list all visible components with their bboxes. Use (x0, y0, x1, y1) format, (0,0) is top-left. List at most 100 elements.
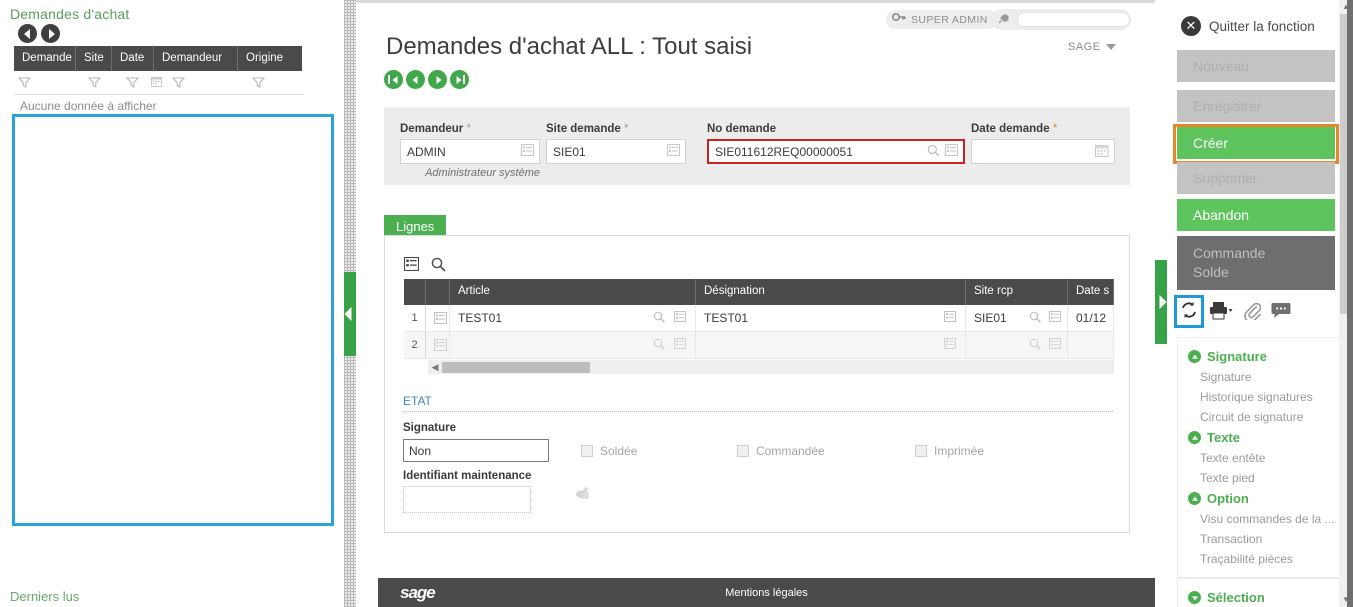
no-demande-input[interactable]: SIE011612REQ00000051 (707, 139, 965, 164)
menu-item-tracabilite-pieces[interactable]: Traçabilité pièces (1178, 549, 1342, 569)
menu-item-circuit-de-signature[interactable]: Circuit de signature (1178, 407, 1342, 427)
derniers-lus-link[interactable]: Derniers lus (10, 589, 79, 604)
scrollbar-thumb[interactable] (442, 361, 590, 373)
chevron-up-circle-icon[interactable] (1188, 431, 1201, 444)
lignes-col-date[interactable]: Date s (1068, 279, 1114, 305)
chevron-down-circle-icon[interactable] (1188, 591, 1201, 604)
maintenance-tool-icon[interactable] (573, 484, 590, 503)
cell-article[interactable] (450, 332, 696, 358)
table-row[interactable]: 2 (404, 332, 1114, 359)
lignes-col-site-rcp[interactable]: Site rcp (966, 279, 1068, 305)
magnifier-icon[interactable] (431, 257, 446, 275)
list-lookup-icon[interactable] (944, 338, 956, 352)
printer-icon[interactable] (1209, 301, 1233, 323)
row-detail-icon[interactable] (426, 332, 450, 358)
chevron-up-circle-icon[interactable] (1188, 492, 1201, 505)
previous-record-icon[interactable] (406, 70, 425, 89)
supprimer-button[interactable]: Supprimer (1177, 162, 1335, 194)
list-lookup-icon[interactable] (674, 311, 686, 325)
cell-article[interactable]: TEST01 (450, 305, 696, 331)
last-record-icon[interactable] (450, 70, 469, 89)
checkbox-imprimee[interactable]: Imprimée (915, 444, 984, 458)
prev-circle-icon[interactable] (18, 24, 37, 43)
left-col-origine[interactable]: Origine (238, 46, 302, 71)
left-col-site[interactable]: Site (76, 46, 112, 71)
chevron-up-circle-icon[interactable] (1188, 350, 1201, 363)
menu-item-signature[interactable]: Signature (1178, 367, 1342, 387)
checkbox-box[interactable] (915, 445, 927, 457)
list-lookup-icon[interactable] (521, 144, 534, 159)
cell-date[interactable] (1068, 332, 1114, 358)
left-splitter[interactable] (344, 0, 356, 607)
abandon-button[interactable]: Abandon (1177, 199, 1335, 231)
demandeur-input[interactable]: ADMIN (400, 139, 540, 164)
cell-date[interactable]: 01/12 (1068, 305, 1114, 331)
menu-item-transaction[interactable]: Transaction (1178, 529, 1342, 549)
row-detail-icon[interactable] (426, 305, 450, 331)
connection-field[interactable] (991, 9, 1131, 30)
quit-function-button[interactable]: ✕ Quitter la fonction (1181, 16, 1315, 36)
next-record-icon[interactable] (428, 70, 447, 89)
magnifier-icon[interactable] (927, 144, 940, 160)
collapse-left-panel-handle[interactable] (344, 272, 356, 356)
cell-site-rcp[interactable] (966, 332, 1068, 358)
enregistrer-button[interactable]: Enregistrer (1177, 90, 1335, 122)
etat-section-header[interactable]: ETAT (403, 394, 1113, 412)
checkbox-commandee[interactable]: Commandée (737, 444, 825, 458)
date-demande-input[interactable] (971, 139, 1115, 164)
group-selection[interactable]: Sélection (1178, 587, 1342, 607)
menu-item-texte-entete[interactable]: Texte entête (1178, 448, 1342, 468)
paperclip-icon[interactable] (1243, 301, 1262, 323)
refresh-icon[interactable] (1174, 295, 1204, 328)
list-lookup-icon[interactable] (1049, 311, 1061, 325)
funnel-icon[interactable] (126, 76, 139, 89)
checkbox-box[interactable] (737, 445, 749, 457)
list-lookup-icon[interactable] (944, 311, 956, 325)
list-lookup-icon[interactable] (945, 144, 958, 159)
identifiant-maintenance-input[interactable] (403, 486, 531, 513)
list-lookup-icon[interactable] (1049, 338, 1061, 352)
mentions-legales-link[interactable]: Mentions légales (378, 587, 1155, 599)
cell-site-rcp[interactable]: SIE01 (966, 305, 1068, 331)
funnel-icon[interactable] (172, 76, 185, 89)
magnifier-icon[interactable] (1029, 311, 1041, 326)
checkbox-box[interactable] (581, 445, 593, 457)
next-circle-icon[interactable] (41, 24, 60, 43)
nouveau-button[interactable]: Nouveau (1177, 50, 1335, 82)
selection-highlight-box[interactable] (12, 114, 334, 526)
first-record-icon[interactable] (384, 70, 403, 89)
menu-item-historique-signatures[interactable]: Historique signatures (1178, 387, 1342, 407)
funnel-icon[interactable] (18, 76, 31, 89)
lignes-col-article[interactable]: Article (450, 279, 696, 305)
lignes-col-designation[interactable]: Désignation (696, 279, 966, 305)
group-option[interactable]: Option (1178, 488, 1342, 509)
cell-designation[interactable]: TEST01 (696, 305, 966, 331)
funnel-icon[interactable] (252, 76, 265, 89)
funnel-icon[interactable] (88, 76, 101, 89)
group-signature[interactable]: Signature (1178, 346, 1342, 367)
calendar-icon[interactable] (150, 75, 163, 88)
group-texte[interactable]: Texte (1178, 427, 1342, 448)
magnifier-icon[interactable] (1029, 338, 1041, 353)
table-row[interactable]: 1 TEST01 TEST01 SIE01 01/12 (404, 305, 1114, 332)
grid-view-icon[interactable] (403, 256, 420, 275)
list-lookup-icon[interactable] (667, 144, 680, 159)
comment-icon[interactable] (1271, 302, 1291, 322)
company-selector[interactable]: SAGE (1068, 41, 1116, 53)
left-col-demande[interactable]: Demande (14, 46, 76, 71)
menu-item-texte-pied[interactable]: Texte pied (1178, 468, 1342, 488)
cell-designation[interactable] (696, 332, 966, 358)
connection-input[interactable] (1017, 12, 1130, 27)
signature-input[interactable]: Non (403, 439, 549, 462)
magnifier-icon[interactable] (653, 311, 665, 326)
left-col-demandeur[interactable]: Demandeur (154, 46, 238, 71)
menu-item-visu-commandes[interactable]: Visu commandes de la ... (1178, 509, 1342, 529)
list-lookup-icon[interactable] (674, 338, 686, 352)
collapse-right-panel-handle[interactable] (1155, 260, 1167, 344)
left-col-date[interactable]: Date (112, 46, 154, 71)
super-admin-badge[interactable]: SUPER ADMIN (886, 10, 998, 29)
checkbox-soldee[interactable]: Soldée (581, 444, 637, 458)
lignes-horizontal-scrollbar[interactable]: ◀ ▶ (428, 360, 1114, 374)
calendar-icon[interactable] (1095, 144, 1109, 160)
site-demande-input[interactable]: SIE01 (546, 139, 686, 164)
